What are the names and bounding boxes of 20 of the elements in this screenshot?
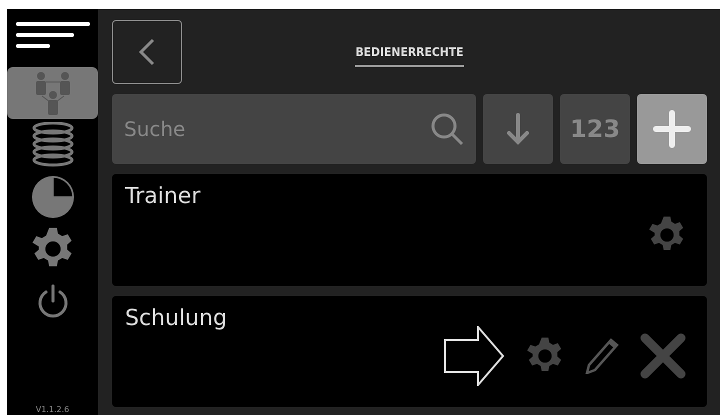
chevron-left-icon	[138, 36, 156, 66]
row-name: Trainer	[125, 184, 200, 209]
arrow-down-icon	[506, 112, 530, 146]
plus-icon	[652, 109, 692, 149]
menu-icon[interactable]	[14, 21, 90, 49]
close-icon[interactable]	[639, 332, 687, 380]
list-row[interactable]: Trainer	[112, 174, 707, 286]
database-icon	[30, 122, 74, 168]
version-label: V1.1.2.6	[36, 405, 70, 414]
arrow-icon	[443, 326, 505, 386]
sort-button[interactable]	[483, 94, 553, 164]
search-icon[interactable]	[430, 112, 464, 146]
row-name: Schulung	[125, 306, 227, 330]
pie-chart-icon	[30, 175, 74, 219]
page-title: BEDIENERRECHTE	[355, 44, 464, 66]
list-row[interactable]: Schulung	[112, 296, 707, 407]
add-button[interactable]	[637, 94, 707, 164]
back-button[interactable]	[112, 20, 182, 84]
search-field[interactable]: Suche	[112, 94, 476, 164]
pencil-icon[interactable]	[585, 338, 619, 374]
